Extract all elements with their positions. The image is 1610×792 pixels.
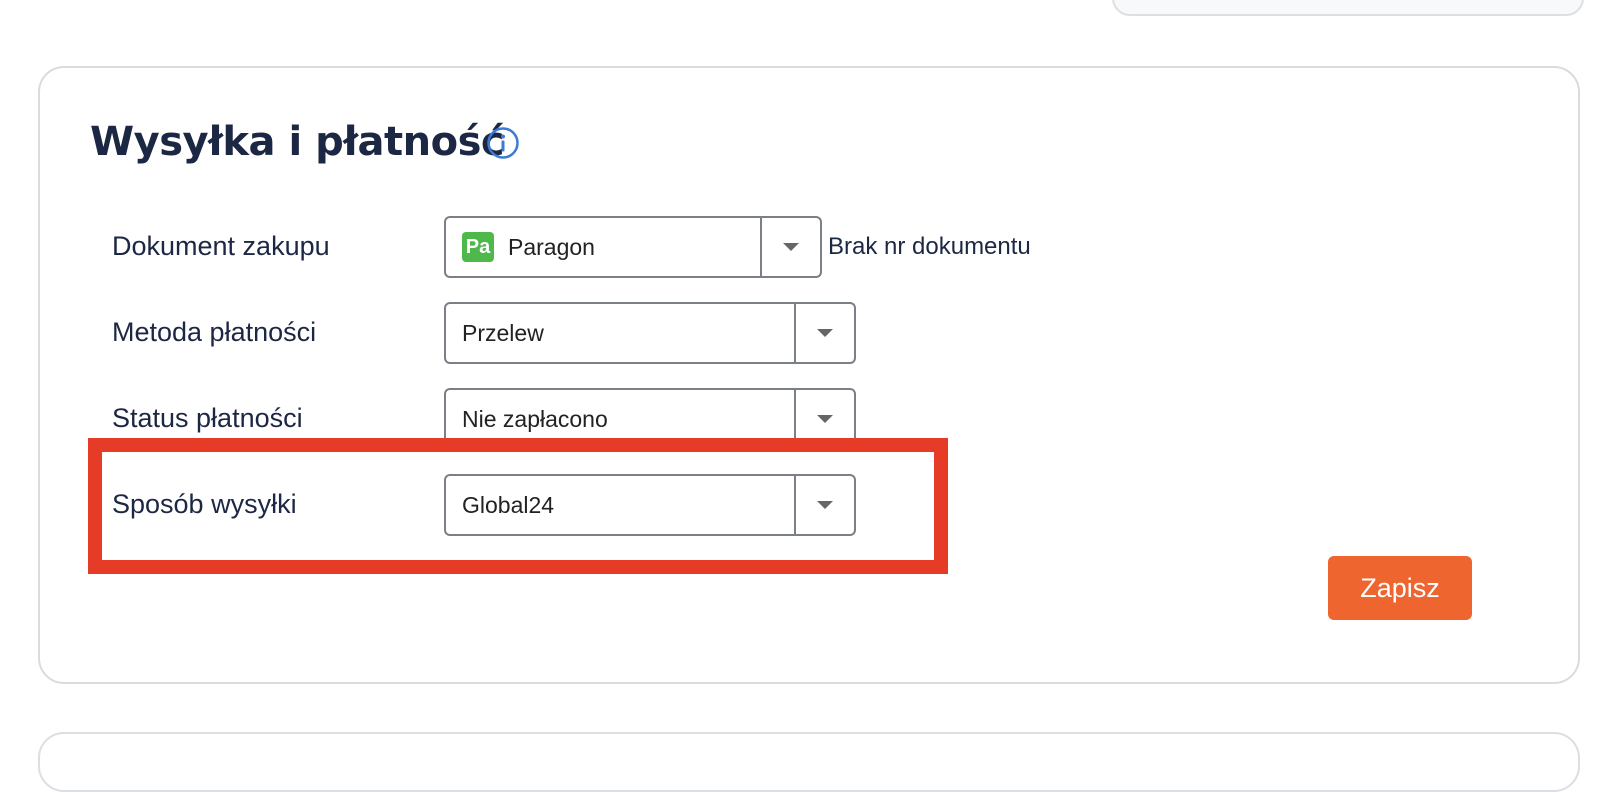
payment-status-value: Nie zapłacono <box>462 405 608 432</box>
chevron-down-icon <box>817 329 833 337</box>
shipping-method-dropdown-button[interactable] <box>794 476 854 534</box>
payment-method-value: Przelew <box>462 319 544 346</box>
payment-method-dropdown-button[interactable] <box>794 304 854 362</box>
payment-method-select[interactable]: Przelew <box>444 302 856 364</box>
next-card-edge <box>38 732 1580 792</box>
info-circle-icon[interactable] <box>486 126 520 160</box>
purchase-document-select[interactable]: Pa Paragon <box>444 216 822 278</box>
purchase-document-text: Paragon <box>508 233 595 260</box>
chevron-down-icon <box>817 415 833 423</box>
shipping-method-select[interactable]: Global24 <box>444 474 856 536</box>
save-button[interactable]: Zapisz <box>1328 556 1472 620</box>
shipping-method-value: Global24 <box>462 491 555 518</box>
payment-status-select[interactable]: Nie zapłacono <box>444 388 856 450</box>
shipping-payment-card: Wysyłka i płatność Dokument zakupu Pa Pa… <box>38 66 1580 684</box>
payment-status-dropdown-button[interactable] <box>794 390 854 448</box>
card-title: Wysyłka i płatność <box>90 119 505 165</box>
purchase-document-label: Dokument zakupu <box>112 231 330 261</box>
purchase-document-value: Pa Paragon <box>446 218 760 276</box>
payment-method-label: Metoda płatności <box>112 317 317 347</box>
receipt-badge-icon: Pa <box>462 232 494 262</box>
shipping-method-label: Sposób wysyłki <box>112 489 297 519</box>
previous-card-edge <box>1112 0 1584 16</box>
purchase-document-dropdown-button[interactable] <box>760 218 820 276</box>
document-number-note: Brak nr dokumentu <box>828 233 1031 260</box>
chevron-down-icon <box>783 243 799 251</box>
chevron-down-icon <box>817 501 833 509</box>
payment-status-label: Status płatności <box>112 403 303 433</box>
